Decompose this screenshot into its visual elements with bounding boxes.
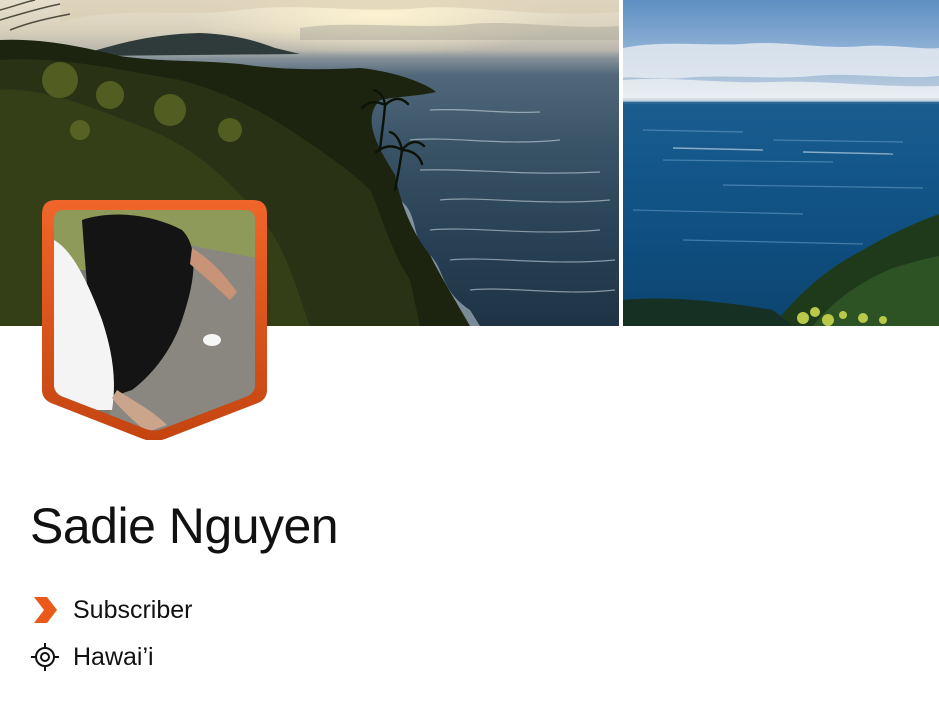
subscriber-label: Subscriber (73, 596, 193, 624)
location-label: Hawai’i (73, 643, 154, 671)
cover-photo-ocean[interactable] (623, 0, 939, 326)
subscriber-badge: Subscriber (30, 594, 193, 626)
location-info: Hawai’i (30, 641, 154, 673)
profile-name: Sadie Nguyen (30, 498, 339, 554)
profile-page: Sadie Nguyen Subscriber Hawai’i (0, 0, 939, 704)
profile-avatar[interactable] (42, 200, 267, 440)
location-target-icon (30, 642, 60, 672)
chevron-badge-icon (30, 595, 60, 625)
